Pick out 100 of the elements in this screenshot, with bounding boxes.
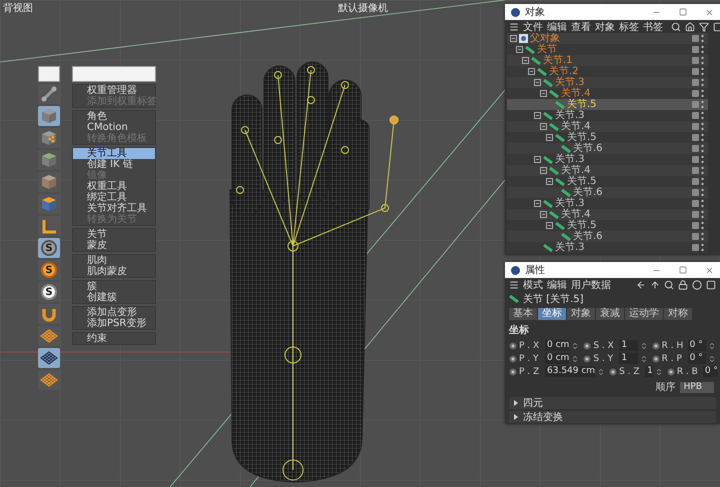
menu-item[interactable]: 添加点变形 <box>73 307 155 318</box>
visibility-checkbox[interactable] <box>692 79 699 86</box>
lattice-icon[interactable] <box>40 329 58 343</box>
collapse-icon[interactable] <box>540 211 547 218</box>
keyframe-dot-icon[interactable] <box>666 368 675 376</box>
tree-row[interactable]: 关节.4 <box>507 165 708 176</box>
visibility-dots-icon[interactable] <box>701 133 704 142</box>
menu-item[interactable]: 权重管理器 <box>73 85 155 96</box>
keyframe-dot-icon[interactable] <box>509 354 517 362</box>
collapse-icon[interactable] <box>534 200 541 207</box>
visibility-checkbox[interactable] <box>692 90 699 97</box>
tab[interactable]: 对称 <box>664 308 692 320</box>
visibility-checkbox[interactable] <box>692 233 699 240</box>
visibility-dots-icon[interactable] <box>701 89 704 98</box>
visibility-checkbox[interactable] <box>692 134 699 141</box>
spinner-icon[interactable] <box>571 354 580 362</box>
cube-icon[interactable] <box>41 152 57 168</box>
magnet-icon[interactable] <box>41 306 57 322</box>
visibility-dots-icon[interactable] <box>701 177 704 186</box>
spinner-icon[interactable] <box>708 342 716 350</box>
visibility-checkbox[interactable] <box>692 222 699 229</box>
tab[interactable]: 运动学 <box>625 308 663 320</box>
collapse-icon[interactable] <box>516 46 523 53</box>
visibility-dots-icon[interactable] <box>701 56 704 65</box>
menu-entry[interactable]: 模式 <box>523 278 543 292</box>
spinner-icon[interactable] <box>708 354 716 362</box>
visibility-checkbox[interactable] <box>692 167 699 174</box>
menu-item[interactable]: 权重工具 <box>73 181 155 192</box>
visibility-checkbox[interactable] <box>692 68 699 75</box>
keyframe-dot-icon[interactable] <box>509 368 517 376</box>
collapse-icon[interactable] <box>546 222 553 229</box>
letter-badge-icon[interactable]: S <box>41 284 57 300</box>
value-field[interactable]: 0 ° <box>702 366 718 377</box>
tree-row[interactable]: 关节.5 <box>507 99 708 110</box>
tree-row[interactable]: 关节.1 <box>507 55 708 66</box>
visibility-dots-icon[interactable] <box>701 166 704 175</box>
visibility-dots-icon[interactable] <box>701 155 704 164</box>
value-field[interactable]: 1 <box>619 340 638 351</box>
visibility-checkbox[interactable] <box>692 189 699 196</box>
collapsible-group[interactable]: 四元 <box>509 397 716 409</box>
value-field[interactable]: 1 <box>619 353 638 364</box>
visibility-dots-icon[interactable] <box>701 111 704 120</box>
menu-item[interactable]: 创建 IK 链 <box>73 159 155 170</box>
collapse-icon[interactable] <box>546 134 553 141</box>
joint-icon[interactable] <box>41 86 57 102</box>
menu-item[interactable]: CMotion <box>73 122 155 133</box>
menu-item[interactable]: 约束 <box>73 333 155 344</box>
cube-icon[interactable] <box>41 130 57 146</box>
menu-item[interactable]: 创建簇 <box>73 292 155 303</box>
visibility-dots-icon[interactable] <box>701 243 704 252</box>
menu-item[interactable]: 关节对齐工具 <box>73 203 155 214</box>
tree-row[interactable]: 关节.6 <box>507 187 708 198</box>
spinner-icon[interactable] <box>571 342 580 350</box>
visibility-dots-icon[interactable] <box>701 232 704 241</box>
keyframe-dot-icon[interactable] <box>652 354 660 362</box>
tab[interactable]: 对象 <box>567 308 595 320</box>
menu-item[interactable]: 角色 <box>73 111 155 122</box>
visibility-checkbox[interactable] <box>692 112 699 119</box>
angle-icon[interactable] <box>41 218 57 234</box>
collapsible-group[interactable]: 冻结变换 <box>509 411 716 423</box>
keyframe-dot-icon[interactable] <box>652 342 660 350</box>
menu-entry[interactable]: 编辑 <box>547 278 567 292</box>
tree-row[interactable]: 父对象 <box>507 33 708 44</box>
circle-icon[interactable] <box>692 280 702 290</box>
collapse-icon[interactable] <box>510 35 517 42</box>
cube-icon[interactable] <box>41 174 57 190</box>
collapse-icon[interactable] <box>534 112 541 119</box>
menu-entry[interactable]: 标签 <box>619 20 639 34</box>
tree-row[interactable]: 关节.4 <box>507 121 708 132</box>
collapse-icon[interactable] <box>528 68 535 75</box>
spinner-icon[interactable] <box>640 354 648 362</box>
menu-item[interactable]: 绑定工具 <box>73 192 155 203</box>
menu-item[interactable]: 添加PSR变形 <box>73 318 155 329</box>
menu-item[interactable]: 肌肉蒙皮 <box>73 266 155 277</box>
menu-icon[interactable] <box>509 22 519 32</box>
visibility-dots-icon[interactable] <box>701 144 704 153</box>
close-icon[interactable] <box>705 8 714 16</box>
collapse-icon[interactable] <box>534 156 541 163</box>
value-field[interactable]: 0 ° <box>688 340 706 351</box>
visibility-checkbox[interactable] <box>692 46 699 53</box>
search-icon[interactable] <box>671 22 681 32</box>
collapse-icon[interactable] <box>540 123 547 130</box>
menu-item[interactable]: 关节 <box>73 229 155 240</box>
home-icon[interactable] <box>685 22 695 32</box>
value-field[interactable]: 0 ° <box>688 353 706 364</box>
value-field[interactable]: 63.549 cm <box>545 366 596 377</box>
square-icon[interactable] <box>706 280 716 290</box>
visibility-checkbox[interactable] <box>692 211 699 218</box>
letter-badge-icon[interactable]: S <box>41 262 57 278</box>
value-field[interactable]: 1 <box>645 366 653 377</box>
search-icon[interactable] <box>664 280 674 290</box>
letter-badge-icon[interactable]: S <box>41 240 57 256</box>
visibility-dots-icon[interactable] <box>701 67 704 76</box>
collapse-icon[interactable] <box>522 57 529 64</box>
menu-entry[interactable]: 对象 <box>595 20 615 34</box>
tree-row[interactable]: 关节.6 <box>507 231 708 242</box>
spinner-icon[interactable] <box>640 342 648 350</box>
collapse-icon[interactable] <box>546 178 553 185</box>
keyframe-dot-icon[interactable] <box>583 342 592 350</box>
menu-item[interactable]: 蒙皮 <box>73 240 155 251</box>
